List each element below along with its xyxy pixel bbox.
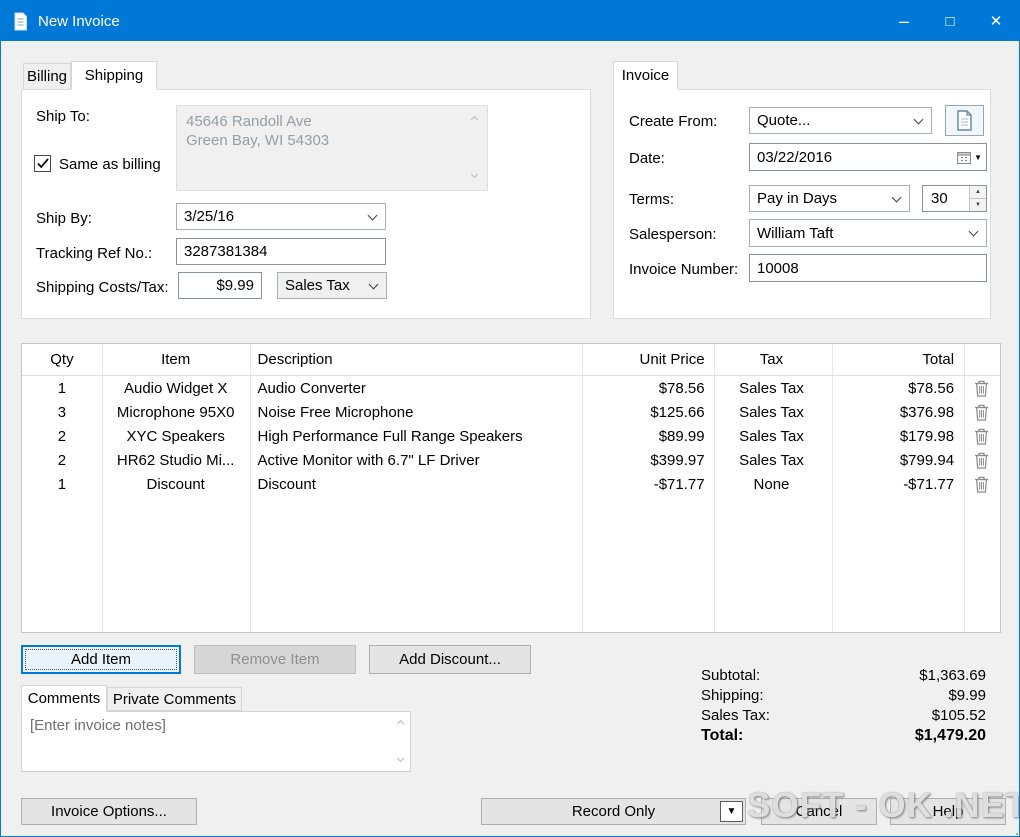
cancel-button[interactable]: Cancel xyxy=(761,798,877,825)
tab-comments[interactable]: Comments xyxy=(21,685,107,712)
total-row: Total: $1,479.20 xyxy=(701,727,986,745)
trash-icon xyxy=(974,380,989,397)
chevron-down-icon xyxy=(969,227,979,237)
shipping-value: $9.99 xyxy=(948,687,986,704)
line-items-table: Qty Item Description Unit Price Tax Tota… xyxy=(21,343,1001,633)
invoice-options-button[interactable]: Invoice Options... xyxy=(21,798,197,825)
subtotal-label: Subtotal: xyxy=(701,667,760,684)
create-from-document-button[interactable] xyxy=(945,105,984,136)
chevron-down-icon xyxy=(892,192,902,202)
date-input[interactable]: ▼ xyxy=(749,143,987,171)
sales-tax-value: $105.52 xyxy=(932,707,986,724)
chevron-down-icon xyxy=(368,210,378,220)
calendar-icon xyxy=(957,151,971,164)
tracking-ref-label: Tracking Ref No.: xyxy=(36,245,152,262)
delete-row-button[interactable] xyxy=(962,404,1000,421)
col-header-description: Description xyxy=(250,351,581,368)
create-from-label: Create From: xyxy=(629,113,717,130)
terms-combobox[interactable]: Pay in Days xyxy=(749,185,910,212)
col-header-unit-price: Unit Price xyxy=(581,351,713,368)
chevron-down-icon: ▼ xyxy=(974,153,982,162)
col-header-item: Item xyxy=(102,351,250,368)
create-from-combobox[interactable]: Quote... xyxy=(749,107,932,134)
trash-icon xyxy=(974,428,989,445)
delete-row-button[interactable] xyxy=(962,452,1000,469)
spin-down-button[interactable]: ▼ xyxy=(970,199,986,211)
help-button[interactable]: Help xyxy=(890,798,1006,825)
col-header-total: Total xyxy=(830,351,962,368)
col-header-tax: Tax xyxy=(713,351,831,368)
sales-tax-label: Sales Tax: xyxy=(701,707,770,724)
add-discount-button[interactable]: Add Discount... xyxy=(369,645,531,674)
scroll-down-icon[interactable] xyxy=(393,753,407,767)
add-item-button[interactable]: Add Item xyxy=(21,645,181,674)
delete-row-button[interactable] xyxy=(962,380,1000,397)
resize-grip[interactable] xyxy=(1012,829,1014,831)
table-row[interactable]: 1 Discount Discount -$71.77 None -$71.77 xyxy=(22,472,1000,496)
salesperson-combobox[interactable]: William Taft xyxy=(749,219,987,247)
tab-private-comments[interactable]: Private Comments xyxy=(107,687,242,711)
record-only-button[interactable]: Record Only ▼ xyxy=(481,798,746,825)
scroll-down-icon[interactable] xyxy=(467,169,481,183)
trash-icon xyxy=(974,404,989,421)
tab-shipping[interactable]: Shipping xyxy=(71,61,157,90)
titlebar[interactable]: New Invoice – □ ✕ xyxy=(1,1,1019,41)
table-header: Qty Item Description Unit Price Tax Tota… xyxy=(22,344,1000,376)
terms-label: Terms: xyxy=(629,191,674,208)
tab-billing[interactable]: Billing xyxy=(23,63,71,90)
invoice-notes-input[interactable] xyxy=(21,711,411,772)
shipping-label: Shipping: xyxy=(701,687,764,704)
shipping-tax-combobox[interactable]: Sales Tax xyxy=(277,272,387,299)
tab-invoice[interactable]: Invoice xyxy=(613,61,678,90)
trash-icon xyxy=(974,476,989,493)
same-as-billing-label: Same as billing xyxy=(59,156,161,173)
subtotal-row: Subtotal: $1,363.69 xyxy=(701,667,986,684)
total-value: $1,479.20 xyxy=(915,727,986,745)
shipping-cost-input[interactable] xyxy=(178,272,262,299)
minimize-button[interactable]: – xyxy=(881,1,927,41)
new-invoice-window: New Invoice – □ ✕ Billing Shipping Ship … xyxy=(0,0,1020,837)
table-row[interactable]: 2 HR62 Studio Mi... Active Monitor with … xyxy=(22,448,1000,472)
spin-up-button[interactable]: ▲ xyxy=(970,186,986,199)
sales-tax-row: Sales Tax: $105.52 xyxy=(701,707,986,724)
delete-row-button[interactable] xyxy=(962,428,1000,445)
subtotal-value: $1,363.69 xyxy=(919,667,986,684)
caption-buttons: – □ ✕ xyxy=(881,1,1019,41)
delete-row-button[interactable] xyxy=(962,476,1000,493)
trash-icon xyxy=(974,452,989,469)
table-row[interactable]: 1 Audio Widget X Audio Converter $78.56 … xyxy=(22,376,1000,400)
table-row[interactable]: 3 Microphone 95X0 Noise Free Microphone … xyxy=(22,400,1000,424)
document-icon xyxy=(13,12,28,31)
remove-item-button: Remove Item xyxy=(194,645,356,674)
scroll-up-icon[interactable] xyxy=(393,715,407,729)
same-as-billing-checkbox[interactable] xyxy=(34,155,51,172)
scroll-up-icon[interactable] xyxy=(467,111,481,125)
chevron-down-icon xyxy=(369,279,379,289)
ship-to-label: Ship To: xyxy=(36,108,90,125)
chevron-down-icon xyxy=(914,114,924,124)
invoice-number-label: Invoice Number: xyxy=(629,261,738,278)
window-title: New Invoice xyxy=(38,13,120,30)
date-label: Date: xyxy=(629,150,665,167)
record-only-dropdown-button[interactable]: ▼ xyxy=(720,801,743,822)
ship-to-address-field[interactable]: 45646 Randoll Ave Green Bay, WI 54303 xyxy=(176,105,488,191)
ship-by-label: Ship By: xyxy=(36,210,92,227)
dropdown-arrow-icon: ▼ xyxy=(727,806,737,817)
col-header-qty: Qty xyxy=(22,351,102,368)
close-button[interactable]: ✕ xyxy=(973,1,1019,41)
invoice-number-input[interactable] xyxy=(749,254,987,282)
table-row[interactable]: 2 XYC Speakers High Performance Full Ran… xyxy=(22,424,1000,448)
salesperson-label: Salesperson: xyxy=(629,226,717,243)
tracking-ref-input[interactable] xyxy=(176,238,386,265)
shipping-costs-label: Shipping Costs/Tax: xyxy=(36,279,169,296)
total-label: Total: xyxy=(701,727,743,745)
ship-by-combobox[interactable]: 3/25/16 xyxy=(176,203,386,230)
checkmark-icon xyxy=(37,158,49,169)
maximize-button[interactable]: □ xyxy=(927,1,973,41)
shipping-row: Shipping: $9.99 xyxy=(701,687,986,704)
date-picker-button[interactable]: ▼ xyxy=(957,151,982,164)
new-document-icon xyxy=(956,110,973,131)
terms-days-stepper[interactable]: 30 ▲ ▼ xyxy=(922,185,987,212)
